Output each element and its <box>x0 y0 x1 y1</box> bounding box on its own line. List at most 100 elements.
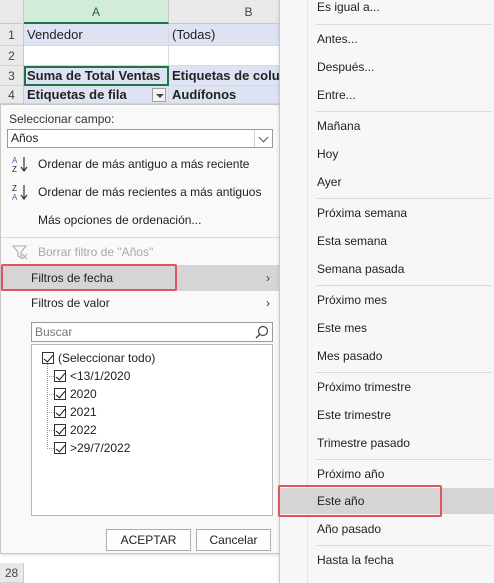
chevron-down-icon[interactable] <box>254 130 272 147</box>
menu-item-label: Antes... <box>317 32 358 46</box>
menu-item-this-quarter[interactable]: Este trimestre <box>280 402 494 428</box>
filter-value-list[interactable]: (Seleccionar todo) <13/1/2020 2020 2021 … <box>31 344 273 516</box>
menu-item-label: Después... <box>317 60 375 74</box>
menu-item-label: Este trimestre <box>317 408 392 422</box>
menu-item-label: Semana pasada <box>317 262 405 276</box>
checkbox-checked[interactable] <box>54 388 66 400</box>
menu-item-next-quarter[interactable]: Próximo trimestre <box>280 374 494 400</box>
cell-a2[interactable] <box>24 46 169 66</box>
menu-item-before[interactable]: Antes... <box>280 26 494 52</box>
row-header-2[interactable]: 2 <box>0 46 24 66</box>
menu-item-last-quarter[interactable]: Trimestre pasado <box>280 430 494 456</box>
row-header-4[interactable]: 4 <box>0 86 24 104</box>
list-item-label: >29/7/2022 <box>70 441 131 455</box>
list-item-label: 2020 <box>70 387 97 401</box>
date-filters-item[interactable]: Filtros de fecha › <box>1 265 280 291</box>
cell-a3[interactable]: Suma de Total Ventas <box>24 66 169 86</box>
row-labels-filter-dropdown[interactable] <box>152 88 166 102</box>
sort-asc-label: Ordenar de más antiguo a más reciente <box>38 157 250 171</box>
menu-item-between[interactable]: Entre... <box>280 82 494 108</box>
cell-a1[interactable]: Vendedor <box>24 24 169 46</box>
row-header-1[interactable]: 1 <box>0 24 24 46</box>
clear-filter[interactable]: Borrar filtro de "Años" <box>1 239 280 265</box>
menu-item-this-year[interactable]: Este año <box>280 488 494 514</box>
menu-separator <box>316 372 491 373</box>
sort-newest-to-oldest[interactable]: Z A Ordenar de más recientes a más antig… <box>1 179 280 205</box>
panel-divider <box>1 237 280 238</box>
field-select[interactable]: Años <box>7 129 273 148</box>
menu-item-year-to-date[interactable]: Hasta la fecha <box>280 547 494 573</box>
value-filters-label: Filtros de valor <box>31 296 110 310</box>
value-filters-item[interactable]: Filtros de valor › <box>1 290 280 316</box>
menu-item-label: Trimestre pasado <box>317 436 410 450</box>
checkbox-checked[interactable] <box>42 352 54 364</box>
cell-a4[interactable]: Etiquetas de fila <box>24 86 169 104</box>
menu-item-last-year[interactable]: Año pasado <box>280 516 494 542</box>
checkbox-checked[interactable] <box>54 406 66 418</box>
menu-separator <box>316 285 491 286</box>
menu-item-last-week[interactable]: Semana pasada <box>280 256 494 282</box>
menu-separator <box>316 111 491 112</box>
row-labels-text: Etiquetas de fila <box>27 87 127 102</box>
menu-item-label: Este año <box>317 494 365 508</box>
list-item-label: 2022 <box>70 423 97 437</box>
menu-item-this-week[interactable]: Esta semana <box>280 228 494 254</box>
menu-item-tomorrow[interactable]: Mañana <box>280 113 494 139</box>
menu-item-label: Entre... <box>317 88 356 102</box>
sort-oldest-to-newest[interactable]: A Z Ordenar de más antiguo a más recient… <box>1 151 280 177</box>
checkbox-checked[interactable] <box>54 424 66 436</box>
tree-connector <box>47 448 54 449</box>
cancel-button[interactable]: Cancelar <box>196 529 271 551</box>
date-filters-label: Filtros de fecha <box>31 271 114 285</box>
sort-desc-label: Ordenar de más recientes a más antiguos <box>38 185 262 199</box>
menu-item-label: Próxima semana <box>317 206 408 220</box>
svg-text:A: A <box>12 193 18 201</box>
menu-item-label: Próximo año <box>317 467 385 481</box>
list-item-label: (Seleccionar todo) <box>58 351 156 365</box>
menu-item-label: Esta semana <box>317 234 388 248</box>
search-placeholder: Buscar <box>35 325 73 339</box>
clear-filter-icon <box>11 245 28 260</box>
menu-item-label: Hoy <box>317 147 339 161</box>
chevron-right-icon: › <box>266 271 270 285</box>
date-filters-submenu: Es igual a... Antes... Después... Entre.… <box>279 0 494 583</box>
clear-filter-label: Borrar filtro de "Años" <box>38 245 154 259</box>
menu-item-last-month[interactable]: Mes pasado <box>280 343 494 369</box>
svg-text:Z: Z <box>12 165 17 173</box>
select-all-corner[interactable] <box>0 0 24 24</box>
menu-item-label: Mañana <box>317 119 361 133</box>
search-input[interactable]: Buscar <box>31 322 273 342</box>
menu-separator <box>316 198 491 199</box>
menu-item-label: Es igual a... <box>317 0 380 14</box>
menu-item-next-month[interactable]: Próximo mes <box>280 287 494 313</box>
list-item-label: <13/1/2020 <box>70 369 131 383</box>
menu-separator <box>316 459 491 460</box>
menu-item-today[interactable]: Hoy <box>280 141 494 167</box>
menu-item-after[interactable]: Después... <box>280 54 494 80</box>
menu-item-label: Año pasado <box>317 522 382 536</box>
column-header-a[interactable]: A <box>24 0 169 24</box>
ok-button[interactable]: ACEPTAR <box>106 529 191 551</box>
list-item-label: 2021 <box>70 405 97 419</box>
search-icon[interactable] <box>255 325 269 339</box>
menu-item-next-week[interactable]: Próxima semana <box>280 200 494 226</box>
pivot-filter-panel: Seleccionar campo: Años A Z Ordenar de m… <box>0 104 281 554</box>
menu-item-equals[interactable]: Es igual a... <box>280 0 494 20</box>
tree-connector <box>47 376 54 377</box>
menu-item-this-month[interactable]: Este mes <box>280 315 494 341</box>
menu-item-next-year[interactable]: Próximo año <box>280 461 494 487</box>
checkbox-checked[interactable] <box>54 370 66 382</box>
checkbox-checked[interactable] <box>54 442 66 454</box>
tree-connector <box>47 412 54 413</box>
tree-connector <box>47 430 54 431</box>
menu-separator <box>316 24 491 25</box>
row-header-28[interactable]: 28 <box>0 563 24 583</box>
row-header-3[interactable]: 3 <box>0 66 24 86</box>
svg-text:A: A <box>12 156 18 165</box>
sort-descending-icon: Z A <box>12 184 28 201</box>
menu-item-yesterday[interactable]: Ayer <box>280 169 494 195</box>
sort-ascending-icon: A Z <box>12 156 28 173</box>
menu-item-label: Ayer <box>317 175 342 189</box>
menu-item-label: Mes pasado <box>317 349 383 363</box>
more-sort-options[interactable]: Más opciones de ordenación... <box>1 207 280 233</box>
